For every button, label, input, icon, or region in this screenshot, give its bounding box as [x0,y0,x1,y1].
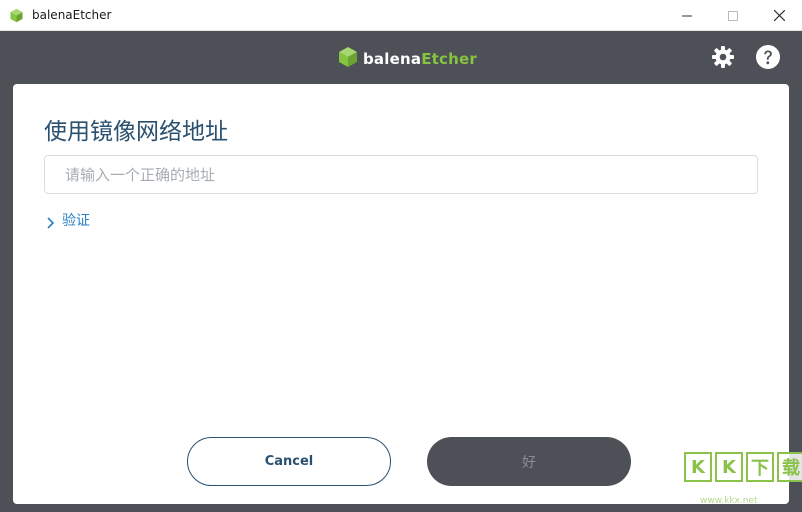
url-input[interactable] [44,155,758,194]
app-header: balenaEtcher [0,31,802,83]
chevron-right-icon [46,214,55,229]
verify-toggle[interactable]: 验证 [46,210,90,230]
minimize-button[interactable] [664,0,710,31]
ok-button[interactable]: 好 [427,437,631,486]
help-icon[interactable] [756,45,780,69]
window-title: balenaEtcher [32,8,112,22]
window-titlebar: balenaEtcher [0,0,802,31]
url-dialog: 使用镜像网络地址 验证 Cancel 好 [13,84,789,504]
etcher-cube-icon [9,8,24,23]
watermark-char: 载 [777,452,802,482]
brand-name-prefix: balena [363,50,422,68]
maximize-button[interactable] [710,0,756,31]
brand-name: balenaEtcher [363,50,477,68]
watermark-char: K [684,452,712,482]
brand-name-accent: Etcher [421,50,477,68]
gear-icon[interactable] [711,45,735,69]
brand-logo: balenaEtcher [338,46,477,72]
watermark-char: 下 [746,452,774,482]
close-window-button[interactable] [756,0,802,31]
watermark-char: K [715,452,743,482]
watermark: K K 下 载 [684,452,802,482]
etcher-logo-icon [338,46,358,72]
dialog-heading: 使用镜像网络地址 [44,119,228,145]
cancel-button[interactable]: Cancel [187,437,391,486]
watermark-url: www.kkx.net [700,496,758,506]
verify-label: 验证 [62,213,90,229]
window-controls [664,0,802,31]
